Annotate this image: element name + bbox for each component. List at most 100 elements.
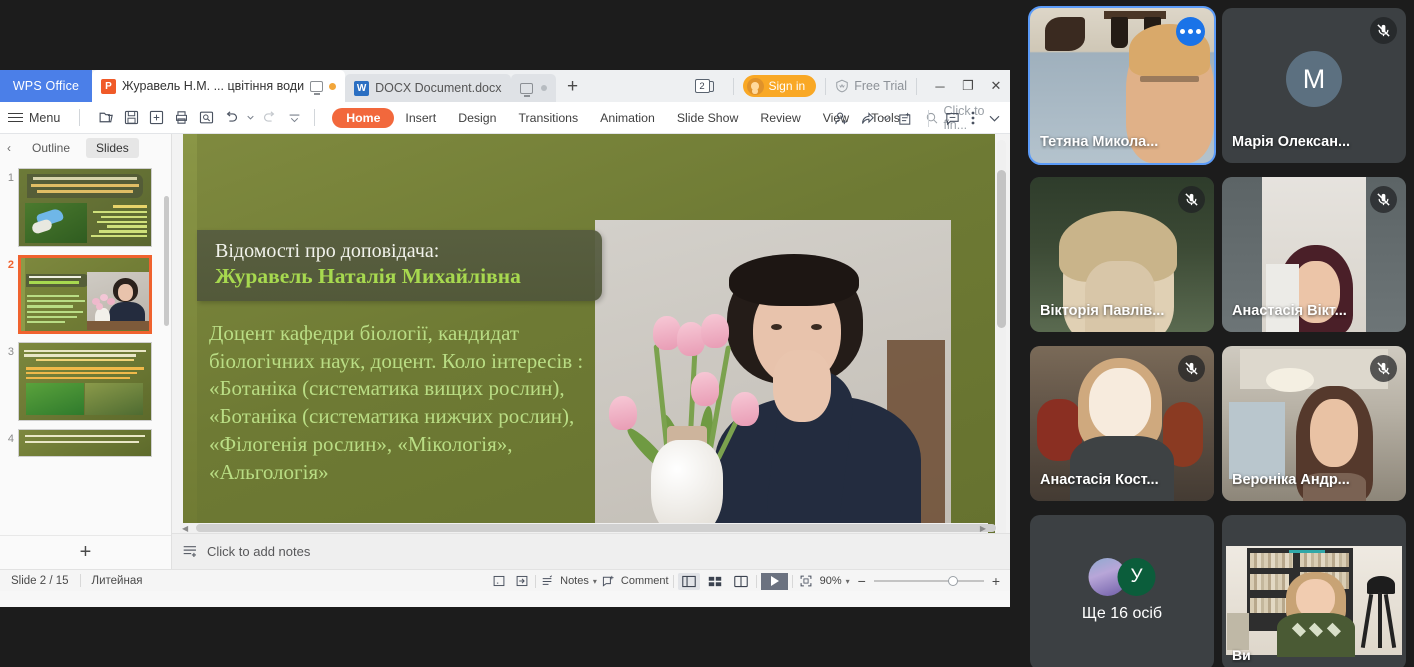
titlebar-right-controls: 2 Sign in Free Trial [695,70,1011,102]
save-icon[interactable] [120,107,142,129]
restore-button[interactable]: ❐ [954,78,982,94]
scroll-left-icon[interactable]: ◀ [182,524,188,533]
minimize-button[interactable]: ─ [926,79,954,94]
collapse-ribbon-icon[interactable] [982,107,1006,129]
fit-page-icon[interactable] [512,573,531,589]
slide-title-box[interactable]: Відомості про доповідача: Журавель Натал… [197,230,602,301]
add-slide-button[interactable]: + [0,535,171,569]
hamburger-icon [8,110,23,125]
slide-thumbnail-preview[interactable] [18,255,152,334]
ribbon-tab-design[interactable]: Design [447,108,507,128]
undo-icon[interactable] [220,107,242,129]
slide-number: 2 [2,255,14,271]
redo-icon[interactable] [258,107,280,129]
comment-add-icon[interactable] [601,573,617,589]
ribbon-tab-animation[interactable]: Animation [589,108,666,128]
slide-thumbnail-item[interactable]: 1 [0,164,171,251]
slide-panel-scrollbar[interactable] [164,196,169,326]
ribbon-tab-review[interactable]: Review [749,108,811,128]
new-tab-button[interactable]: + [556,72,590,102]
free-trial-button[interactable]: Free Trial [835,79,907,93]
fit-slide-icon[interactable] [489,573,508,589]
notes-dropdown-icon[interactable]: ▾ [593,577,597,586]
fit-to-window-icon[interactable] [797,573,816,589]
close-button[interactable]: ✕ [982,78,1010,94]
play-slideshow-icon[interactable] [761,573,788,590]
document-tab-docx[interactable]: W DOCX Document.docx [345,74,510,102]
print-preview-icon[interactable] [195,107,217,129]
snapshot-icon[interactable] [893,107,917,129]
tab-outline[interactable]: Outline [22,138,80,158]
zoom-slider[interactable] [874,580,984,582]
scrollbar-thumb[interactable] [997,170,1006,328]
zoom-level-label[interactable]: 90% [820,575,842,587]
save-as-icon[interactable] [145,107,167,129]
slide-sorter-icon[interactable] [704,573,726,590]
ribbon-tab-home[interactable]: Home [332,108,394,128]
comment-icon[interactable] [940,107,964,129]
wps-office-brand[interactable]: WPS Office [0,70,92,102]
mic-muted-icon [1370,17,1397,44]
self-participant-tile[interactable]: Ви [1222,515,1406,667]
undo-dropdown-icon[interactable] [245,107,255,129]
notes-toggle-icon[interactable] [540,573,556,589]
share-icon[interactable] [855,107,879,129]
scrollbar-thumb[interactable] [196,524,996,532]
slide-thumbnail-preview[interactable] [18,342,152,421]
slide-decoration-bar [183,134,197,533]
participant-tile[interactable]: Анастасія Вікт... [1222,177,1406,332]
zoom-in-button[interactable]: + [988,573,1004,589]
reading-view-icon[interactable] [730,573,752,590]
scroll-right-icon[interactable]: ▶ [980,524,986,533]
notes-pane[interactable]: Click to add notes [172,533,1010,569]
slide-body-text[interactable]: Доцент кафедри біології, кандидат біолог… [209,320,629,486]
divider [916,78,917,95]
slide-thumbnail-preview[interactable] [18,168,152,247]
print-icon[interactable] [170,107,192,129]
open-folder-icon[interactable] [95,107,117,129]
zoom-out-button[interactable]: − [854,573,870,589]
comment-button-label[interactable]: Comment [621,575,669,587]
presentation-mode-icon[interactable] [310,81,323,92]
tab-slides[interactable]: Slides [86,138,139,158]
notes-button-label[interactable]: Notes [560,575,589,587]
participant-tile[interactable]: Вікторія Павлів... [1030,177,1214,332]
ribbon-tab-insert[interactable]: Insert [394,108,447,128]
slide-thumbnail-item[interactable]: 2 [0,251,171,338]
add-user-icon[interactable] [829,107,853,129]
slide-thumbnail-preview[interactable] [18,429,152,457]
normal-view-icon[interactable] [678,573,700,590]
participant-tile[interactable]: Тетяна Микола... [1030,8,1214,163]
zoom-dropdown-icon[interactable]: ▾ [846,577,850,586]
slide-thumbnail-item[interactable]: 4 [0,425,171,461]
collapse-panel-icon[interactable]: ‹ [2,141,16,155]
more-options-icon[interactable] [1176,17,1205,46]
customize-qat-icon[interactable] [283,107,305,129]
document-tab-extra[interactable] [511,74,556,102]
sign-in-button[interactable]: Sign in [743,75,817,97]
zoom-slider-handle[interactable] [948,576,958,586]
slide-thumbnail-item[interactable]: 3 [0,338,171,425]
participant-tile[interactable]: Вероніка Андр... [1222,346,1406,501]
ribbon-tab-transitions[interactable]: Transitions [507,108,589,128]
ribbon-tab-slide-show[interactable]: Slide Show [666,108,750,128]
participant-tile[interactable]: M Марія Олексан... [1222,8,1406,163]
document-tab-presentation[interactable]: P Журавель Н.М. ... цвітіння води [92,70,345,102]
divider [673,575,674,588]
slide-canvas[interactable]: Відомості про доповідача: Журавель Натал… [172,134,1010,533]
participant-tile[interactable]: Анастасія Кост... [1030,346,1214,501]
more-participants-tile[interactable]: У Ще 16 осіб [1030,515,1214,667]
current-slide[interactable]: Відомості про доповідача: Журавель Натал… [183,134,995,533]
menu-button[interactable]: Menu [0,110,70,125]
slide-thumbnail-list[interactable]: 1 [0,162,171,535]
window-count-badge[interactable]: 2 [695,79,714,93]
notes-icon [182,544,199,559]
self-participant-name: Ви [1232,647,1396,663]
participant-name: Тетяна Микола... [1040,134,1204,150]
slide-photo[interactable] [595,220,951,533]
canvas-horizontal-scrollbar[interactable]: ◀ ▶ [180,523,988,533]
share-dropdown-icon[interactable] [881,107,891,129]
more-icon[interactable] [966,107,980,129]
divider [756,575,757,588]
canvas-vertical-scrollbar[interactable] [997,140,1006,533]
